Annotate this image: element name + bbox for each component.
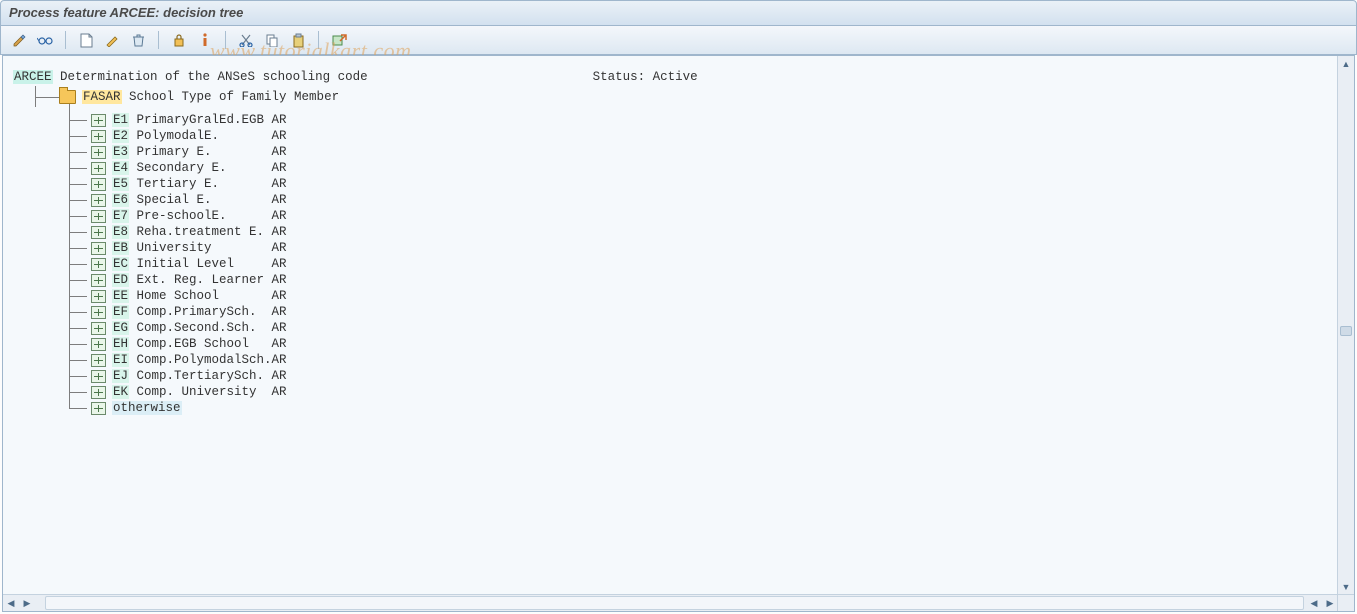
edit-icon[interactable] xyxy=(7,29,31,51)
scroll-left-icon[interactable]: ◀ xyxy=(3,595,19,611)
expand-icon[interactable] xyxy=(91,146,106,159)
root-description: Determination of the ANSeS schooling cod… xyxy=(60,70,368,84)
tree-item[interactable]: EI Comp.PolymodalSch.AR xyxy=(65,352,1328,368)
tree-item-text: E4 Secondary E. AR xyxy=(112,161,287,175)
expand-icon[interactable] xyxy=(91,130,106,143)
tree-item[interactable]: EH Comp.EGB School AR xyxy=(65,336,1328,352)
tree-item-text: EK Comp. University AR xyxy=(112,385,287,399)
tree-item[interactable]: EF Comp.PrimarySch. AR xyxy=(65,304,1328,320)
expand-icon[interactable] xyxy=(91,322,106,335)
tree-item[interactable]: E7 Pre-schoolE. AR xyxy=(65,208,1328,224)
scroll-up-icon[interactable]: ▲ xyxy=(1338,56,1354,72)
tree-item[interactable]: EG Comp.Second.Sch. AR xyxy=(65,320,1328,336)
tree-items: E1 PrimaryGralEd.EGB AR E2 PolymodalE. AR… xyxy=(65,112,1328,416)
tree-item[interactable]: E5 Tertiary E. AR xyxy=(65,176,1328,192)
separator-icon xyxy=(158,31,159,49)
vertical-scrollbar[interactable]: ▲ ▼ xyxy=(1337,56,1354,595)
toolbar xyxy=(0,26,1357,55)
tree-item-text: E5 Tertiary E. AR xyxy=(112,177,287,191)
status-label: Status: xyxy=(593,70,646,84)
expand-icon[interactable] xyxy=(91,354,106,367)
tree-item[interactable]: E6 Special E. AR xyxy=(65,192,1328,208)
expand-icon[interactable] xyxy=(91,290,106,303)
tree-item-text: EJ Comp.TertiarySch. AR xyxy=(112,369,287,383)
expand-icon[interactable] xyxy=(91,242,106,255)
export-icon[interactable] xyxy=(327,29,351,51)
scroll-right-icon[interactable]: ▶ xyxy=(19,595,35,611)
expand-icon[interactable] xyxy=(91,194,106,207)
expand-icon[interactable] xyxy=(91,338,106,351)
scroll-corner xyxy=(1337,594,1354,611)
scroll-handle[interactable] xyxy=(1340,326,1352,336)
tree-item[interactable]: EJ Comp.TertiarySch. AR xyxy=(65,368,1328,384)
tree-item[interactable]: E1 PrimaryGralEd.EGB AR xyxy=(65,112,1328,128)
expand-icon[interactable] xyxy=(91,210,106,223)
separator-icon xyxy=(65,31,66,49)
scroll-down-icon[interactable]: ▼ xyxy=(1338,579,1354,595)
root-code: ARCEE xyxy=(13,70,53,84)
expand-icon[interactable] xyxy=(91,258,106,271)
tree-root[interactable]: ARCEE Determination of the ANSeS schooli… xyxy=(13,70,1328,84)
expand-icon[interactable] xyxy=(91,386,106,399)
tree-item-text: EI Comp.PolymodalSch.AR xyxy=(112,353,287,367)
glasses-icon[interactable] xyxy=(33,29,57,51)
tree-item-text: E8 Reha.treatment E. AR xyxy=(112,225,287,239)
expand-icon[interactable] xyxy=(91,370,106,383)
tree-item[interactable]: E2 PolymodalE. AR xyxy=(65,128,1328,144)
expand-icon[interactable] xyxy=(91,178,106,191)
tree-item-text: EH Comp.EGB School AR xyxy=(112,337,287,351)
window-title: Process feature ARCEE: decision tree xyxy=(0,0,1357,26)
status-value: Active xyxy=(653,70,698,84)
horizontal-scrollbar[interactable]: ◀ ▶ ◀ ▶ xyxy=(3,594,1338,611)
tree-item-text: EE Home School AR xyxy=(112,289,287,303)
tree-item-text: EG Comp.Second.Sch. AR xyxy=(112,321,287,335)
expand-icon[interactable] xyxy=(91,402,106,415)
content-area: ARCEE Determination of the ANSeS schooli… xyxy=(2,55,1355,612)
tree-folder[interactable]: FASAR School Type of Family Member xyxy=(82,90,339,104)
info-icon[interactable] xyxy=(193,29,217,51)
tree-item[interactable]: E8 Reha.treatment E. AR xyxy=(65,224,1328,240)
expand-icon[interactable] xyxy=(91,274,106,287)
expand-icon[interactable] xyxy=(91,226,106,239)
tree-item-text: ED Ext. Reg. Learner AR xyxy=(112,273,287,287)
tree-item-text: E6 Special E. AR xyxy=(112,193,287,207)
tree-item-text: E7 Pre-schoolE. AR xyxy=(112,209,287,223)
cut-icon[interactable] xyxy=(234,29,258,51)
tree-item-text: E2 PolymodalE. AR xyxy=(112,129,287,143)
tree-item[interactable]: E3 Primary E. AR xyxy=(65,144,1328,160)
paste-icon[interactable] xyxy=(286,29,310,51)
folder-description: School Type of Family Member xyxy=(129,90,339,104)
tree-item-text: E3 Primary E. AR xyxy=(112,145,287,159)
pencil-icon[interactable] xyxy=(100,29,124,51)
tree-item-text: EF Comp.PrimarySch. AR xyxy=(112,305,287,319)
tree-item[interactable]: EE Home School AR xyxy=(65,288,1328,304)
lock-icon[interactable] xyxy=(167,29,191,51)
tree-item[interactable]: EC Initial Level AR xyxy=(65,256,1328,272)
expand-icon[interactable] xyxy=(91,306,106,319)
folder-code: FASAR xyxy=(82,90,122,104)
delete-icon[interactable] xyxy=(126,29,150,51)
folder-icon[interactable] xyxy=(59,90,76,104)
tree-item-text: EC Initial Level AR xyxy=(112,257,287,271)
scroll-right2-icon[interactable]: ▶ xyxy=(1322,595,1338,611)
tree-item[interactable]: EB University AR xyxy=(65,240,1328,256)
copy-icon[interactable] xyxy=(260,29,284,51)
tree-item-text: EB University AR xyxy=(112,241,287,255)
tree-item[interactable]: EK Comp. University AR xyxy=(65,384,1328,400)
expand-icon[interactable] xyxy=(91,162,106,175)
new-icon[interactable] xyxy=(74,29,98,51)
tree-item-text: E1 PrimaryGralEd.EGB AR xyxy=(112,113,287,127)
expand-icon[interactable] xyxy=(91,114,106,127)
separator-icon xyxy=(318,31,319,49)
hscroll-track[interactable] xyxy=(45,596,1304,610)
tree-item[interactable]: E4 Secondary E. AR xyxy=(65,160,1328,176)
scroll-left2-icon[interactable]: ◀ xyxy=(1306,595,1322,611)
tree-item-otherwise[interactable]: otherwise xyxy=(65,400,1328,416)
tree-item[interactable]: ED Ext. Reg. Learner AR xyxy=(65,272,1328,288)
tree-item-text: otherwise xyxy=(112,401,182,415)
separator-icon xyxy=(225,31,226,49)
